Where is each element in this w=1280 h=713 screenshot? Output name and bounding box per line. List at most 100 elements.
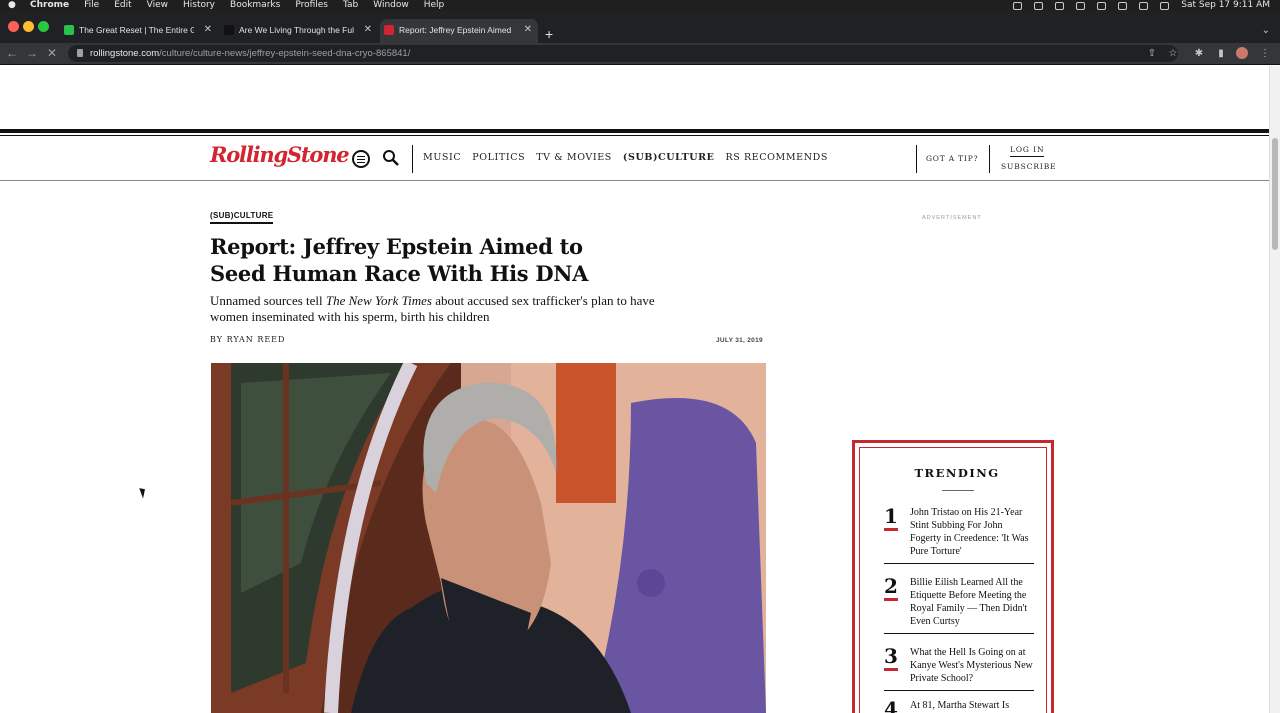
menu-file[interactable]: File — [84, 0, 99, 11]
zoom-window-button[interactable] — [38, 21, 49, 32]
status-record-icon[interactable] — [1013, 1, 1023, 10]
nav-subculture[interactable]: (SUB)CULTURE — [623, 152, 715, 163]
trending-title-rule — [942, 490, 974, 491]
menu-window[interactable]: Window — [373, 0, 409, 11]
trending-headline[interactable]: At 81, Martha Stewart Is — [910, 699, 1034, 712]
main-nav: MUSIC POLITICS TV & MOVIES (SUB)CULTURE … — [423, 152, 828, 163]
menu-profiles[interactable]: Profiles — [295, 0, 328, 11]
spotlight-search-icon[interactable] — [1139, 1, 1149, 10]
page-scrollbar[interactable] — [1269, 66, 1280, 713]
article-byline[interactable]: BY RYAN REED — [210, 335, 285, 344]
profile-avatar[interactable] — [1236, 47, 1248, 59]
menu-help[interactable]: Help — [424, 0, 445, 11]
article-category-link[interactable]: (SUB)CULTURE — [210, 211, 274, 224]
nav-rs-recommends[interactable]: RS RECOMMENDS — [726, 152, 828, 163]
address-bar[interactable]: rollingstone.com/culture/culture-news/je… — [68, 45, 1178, 62]
nav-music[interactable]: MUSIC — [423, 152, 461, 163]
nav-divider — [916, 145, 917, 173]
browser-tab-strip: The Great Reset | The Entire G ✕ Are We … — [0, 11, 1280, 43]
tab-title: Are We Living Through the Full — [239, 25, 354, 35]
login-link[interactable]: LOG IN — [1010, 145, 1045, 157]
scrollbar-thumb[interactable] — [1272, 138, 1278, 250]
nav-divider — [989, 145, 990, 173]
browser-tab[interactable]: Are We Living Through the Full ✕ — [220, 19, 378, 43]
trending-rank: 4 — [884, 699, 898, 713]
tab-favicon-icon — [384, 25, 394, 35]
close-window-button[interactable] — [8, 21, 19, 32]
apple-icon[interactable]: ● — [8, 0, 16, 11]
forward-button[interactable]: → — [26, 46, 38, 60]
trending-headline[interactable]: John Tristao on His 21-Year Stint Subbin… — [910, 506, 1034, 558]
trending-title: TRENDING — [914, 466, 1000, 480]
nav-divider — [412, 145, 413, 173]
wifi-icon[interactable] — [1118, 1, 1128, 10]
headphones-icon[interactable] — [1055, 1, 1065, 10]
mouse-cursor — [139, 486, 148, 499]
url-host: rollingstone.com — [90, 48, 160, 59]
status-play-icon[interactable] — [1034, 1, 1044, 10]
rolling-stone-logo[interactable]: RollingStone — [210, 142, 350, 167]
header-rule — [0, 129, 1269, 133]
trending-inner-border: TRENDING 1 John Tristao on His 21-Year S… — [859, 447, 1047, 713]
clock[interactable]: Sat Sep 17 9:11 AM — [1181, 0, 1270, 11]
url-path: /culture/culture-news/jeffrey-epstein-se… — [159, 48, 411, 59]
bookmark-star-icon[interactable]: ☆ — [1168, 48, 1178, 59]
close-tab-icon[interactable]: ✕ — [204, 19, 212, 41]
hamburger-menu-icon[interactable] — [352, 150, 370, 168]
browser-tab-active[interactable]: Report: Jeffrey Epstein Aimed ✕ — [380, 19, 538, 43]
advertisement-label: ADVERTISEMENT — [922, 215, 982, 221]
header-bottom-rule — [0, 180, 1269, 181]
control-center-icon[interactable] — [1160, 1, 1170, 10]
trending-divider — [884, 690, 1034, 691]
app-menus: Chrome File Edit View History Bookmarks … — [30, 0, 444, 11]
new-tab-button[interactable]: + — [545, 27, 553, 41]
status-area: Sat Sep 17 9:11 AM — [1013, 0, 1270, 11]
tab-search-chevron-icon[interactable]: ⌄ — [1262, 25, 1270, 36]
browser-menu-icon[interactable]: ⋮ — [1260, 48, 1270, 59]
browser-tab[interactable]: The Great Reset | The Entire G ✕ — [60, 19, 218, 43]
tab-favicon-icon — [224, 25, 234, 35]
trending-headline[interactable]: What the Hell Is Going on at Kanye West'… — [910, 646, 1034, 685]
menu-tab[interactable]: Tab — [343, 0, 358, 11]
menu-view[interactable]: View — [147, 0, 168, 11]
link-icon[interactable] — [1097, 1, 1107, 10]
macos-menu-bar: ● Chrome File Edit View History Bookmark… — [0, 0, 1280, 11]
dek-publication: The New York Times — [325, 293, 432, 308]
back-button[interactable]: ← — [6, 46, 18, 60]
menu-edit[interactable]: Edit — [114, 0, 131, 11]
article-headline: Report: Jeffrey Epstein Aimed to Seed Hu… — [210, 234, 589, 286]
tab-title: Report: Jeffrey Epstein Aimed — [399, 25, 512, 35]
stop-loading-button[interactable]: ✕ — [47, 46, 57, 60]
close-tab-icon[interactable]: ✕ — [364, 19, 372, 41]
article-dek: Unnamed sources tell The New York Times … — [210, 293, 655, 325]
trending-divider — [884, 633, 1034, 634]
got-a-tip-link[interactable]: GOT A TIP? — [926, 154, 978, 163]
nav-politics[interactable]: POLITICS — [472, 152, 525, 163]
tab-title: The Great Reset | The Entire G — [79, 25, 194, 35]
nav-tv-movies[interactable]: TV & MOVIES — [536, 152, 612, 163]
subscribe-link[interactable]: SUBSCRIBE — [1001, 162, 1057, 171]
menu-app-name[interactable]: Chrome — [30, 0, 69, 11]
close-tab-icon[interactable]: ✕ — [524, 19, 532, 41]
menu-bookmarks[interactable]: Bookmarks — [230, 0, 280, 11]
side-panel-icon[interactable]: ▮ — [1216, 48, 1226, 59]
dek-text: Unnamed sources tell — [210, 293, 326, 308]
trending-divider — [884, 563, 1034, 564]
minimize-window-button[interactable] — [23, 21, 34, 32]
trending-rank: 1 — [884, 504, 898, 531]
trending-rank: 3 — [884, 644, 898, 671]
lock-icon[interactable] — [77, 49, 83, 57]
browser-toolbar: ← → ✕ rollingstone.com/culture/culture-n… — [0, 43, 1280, 65]
trending-module: TRENDING 1 John Tristao on His 21-Year S… — [852, 440, 1054, 713]
share-icon[interactable]: ⇧ — [1147, 48, 1157, 59]
search-icon[interactable] — [382, 149, 400, 167]
extensions-icon[interactable]: ✱ — [1194, 48, 1204, 59]
menu-history[interactable]: History — [183, 0, 215, 11]
tab-favicon-icon — [64, 25, 74, 35]
article-date: JULY 31, 2019 — [716, 337, 763, 344]
header-rule — [0, 135, 1269, 136]
trending-rank: 2 — [884, 574, 898, 601]
trending-headline[interactable]: Billie Eilish Learned All the Etiquette … — [910, 576, 1034, 628]
article-hero-photo — [211, 363, 766, 713]
bluetooth-icon[interactable] — [1076, 1, 1086, 10]
